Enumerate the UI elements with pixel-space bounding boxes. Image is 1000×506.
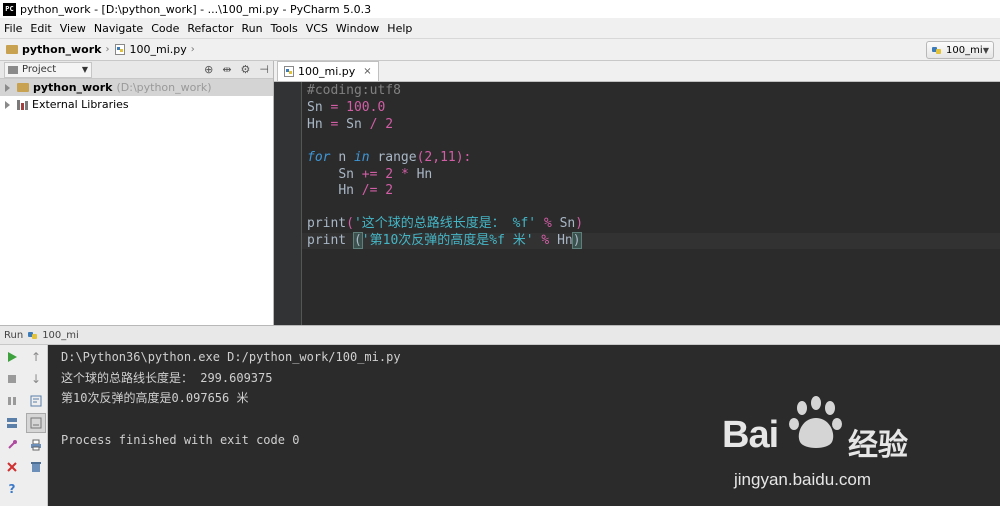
target-icon[interactable]: ⊕ xyxy=(204,63,213,76)
folder-icon xyxy=(17,83,29,92)
pycharm-app-icon: PC xyxy=(3,2,16,16)
menu-help[interactable]: Help xyxy=(383,22,416,35)
chevron-right-icon: › xyxy=(190,44,195,55)
code-line[interactable] xyxy=(302,200,1000,216)
arrow-down-icon[interactable]: ↓ xyxy=(26,369,46,389)
python-config-icon xyxy=(932,47,941,54)
expand-arrow-icon[interactable] xyxy=(5,83,10,92)
stop-icon[interactable] xyxy=(2,369,22,389)
menu-view[interactable]: View xyxy=(56,22,90,35)
hide-panel-icon[interactable]: ⊣ xyxy=(259,63,269,76)
tree-item-external-libraries[interactable]: External Libraries xyxy=(0,96,273,113)
code-line[interactable]: Hn /= 2 xyxy=(302,183,1000,199)
menu-navigate[interactable]: Navigate xyxy=(90,22,147,35)
run-panel-label: Run xyxy=(4,329,24,341)
tree-item-label: python_work xyxy=(33,81,113,94)
baidu-jingyan-watermark: Bai 经验 jingyan.baidu.com xyxy=(716,388,946,498)
run-config-label: 100_mi xyxy=(946,44,983,56)
tree-item-python-work[interactable]: python_work (D:\python_work) xyxy=(0,79,273,96)
chevron-right-icon: › xyxy=(105,44,110,55)
code-line[interactable]: Sn += 2 * Hn xyxy=(302,167,1000,183)
console-line: Process finished with exit code 0 xyxy=(61,433,300,447)
print-icon[interactable] xyxy=(26,435,46,455)
watermark-url: jingyan.baidu.com xyxy=(734,470,872,489)
menu-vcs[interactable]: VCS xyxy=(302,22,332,35)
menu-window[interactable]: Window xyxy=(332,22,383,35)
window-title: python_work - [D:\python_work] - ...\100… xyxy=(20,2,372,16)
breadcrumb-file-label: 100_mi.py xyxy=(129,43,187,56)
project-panel-header: Project ▼ ⊕ ⇹ ⚙ ⊣ xyxy=(0,61,273,79)
python-config-icon xyxy=(28,332,38,339)
editor-tab-100-mi[interactable]: 100_mi.py × xyxy=(277,61,379,81)
editor-gutter xyxy=(274,82,302,325)
help-icon[interactable]: ? xyxy=(2,479,22,499)
code-line[interactable]: print('这个球的总路线长度是： %f' % Sn) xyxy=(302,216,1000,232)
menu-file[interactable]: File xyxy=(0,22,26,35)
code-line[interactable]: Hn = Sn / 2 xyxy=(302,117,1000,133)
tree-item-label: External Libraries xyxy=(32,98,129,111)
code-line[interactable]: Sn = 100.0 xyxy=(302,100,1000,116)
scroll-to-end-icon[interactable] xyxy=(26,413,46,433)
project-panel: Project ▼ ⊕ ⇹ ⚙ ⊣ python_work (D:\python… xyxy=(0,61,274,325)
pause-icon[interactable] xyxy=(2,391,22,411)
menu-edit[interactable]: Edit xyxy=(26,22,55,35)
arrow-up-icon[interactable]: ↑ xyxy=(26,347,46,367)
menu-run[interactable]: Run xyxy=(238,22,267,35)
console-line: 第10次反弹的高度是0.097656 米 xyxy=(61,391,249,405)
code-line[interactable] xyxy=(302,134,1000,150)
watermark-brand: Bai xyxy=(722,414,779,456)
run-panel-header: Run 100_mi xyxy=(0,325,1000,345)
project-view-label: Project xyxy=(22,64,57,75)
pin-icon[interactable] xyxy=(2,435,22,455)
close-icon[interactable]: × xyxy=(363,66,371,77)
watermark-brand-cn: 经验 xyxy=(848,428,908,463)
python-file-icon xyxy=(115,44,126,55)
tree-item-path: (D:\python_work) xyxy=(116,81,212,94)
run-config-selector[interactable]: 100_mi ▼ xyxy=(926,41,994,59)
code-line[interactable]: #coding:utf8 xyxy=(302,83,1000,99)
close-icon[interactable] xyxy=(2,457,22,477)
menu-bar: File Edit View Navigate Code Refactor Ru… xyxy=(0,18,1000,38)
menu-tools[interactable]: Tools xyxy=(267,22,302,35)
title-bar: PC python_work - [D:\python_work] - ...\… xyxy=(0,0,1000,18)
code-line-text: #coding:utf8 xyxy=(307,83,401,98)
navigation-bar: python_work › 100_mi.py › 100_mi ▼ xyxy=(0,38,1000,61)
chevron-down-icon: ▼ xyxy=(81,65,88,74)
chevron-down-icon: ▼ xyxy=(982,45,989,55)
gear-icon[interactable]: ⚙ xyxy=(241,63,251,76)
breadcrumb-project-label: python_work xyxy=(22,43,102,56)
project-view-icon xyxy=(8,65,18,74)
run-panel-config[interactable]: 100_mi xyxy=(42,330,79,341)
code-line[interactable]: for n in range(2,11): xyxy=(302,150,1000,166)
project-view-selector[interactable]: Project ▼ xyxy=(4,61,92,78)
run-toolbar: ? ↑ ↓ xyxy=(0,345,48,506)
menu-code[interactable]: Code xyxy=(147,22,183,35)
trash-icon[interactable] xyxy=(26,457,46,477)
rerun-icon[interactable] xyxy=(2,347,22,367)
breadcrumb-file[interactable]: 100_mi.py › xyxy=(115,43,195,56)
python-file-icon xyxy=(284,66,294,77)
console-line: 这个球的总路线长度是： 299.609375 xyxy=(61,371,273,385)
expand-arrow-icon[interactable] xyxy=(5,100,10,109)
editor-panel: 100_mi.py × #coding:utf8 Sn = 100.0 Hn =… xyxy=(274,61,1000,325)
editor-tab-label: 100_mi.py xyxy=(298,65,356,78)
code-editor[interactable]: #coding:utf8 Sn = 100.0 Hn = Sn / 2 for … xyxy=(302,82,1000,325)
menu-refactor[interactable]: Refactor xyxy=(183,22,237,35)
code-line-current[interactable]: print ('第10次反弹的高度是%f 米' % Hn) xyxy=(302,232,1000,249)
collapse-icon[interactable]: ⇹ xyxy=(222,63,231,76)
editor-tab-bar: 100_mi.py × xyxy=(274,61,1000,82)
breadcrumb-project[interactable]: python_work › xyxy=(6,43,109,56)
console-line: D:\Python36\python.exe D:/python_work/10… xyxy=(61,350,401,364)
folder-icon xyxy=(6,45,18,54)
layout-icon[interactable] xyxy=(2,413,22,433)
libraries-icon xyxy=(17,99,28,110)
soft-wrap-icon[interactable] xyxy=(26,391,46,411)
